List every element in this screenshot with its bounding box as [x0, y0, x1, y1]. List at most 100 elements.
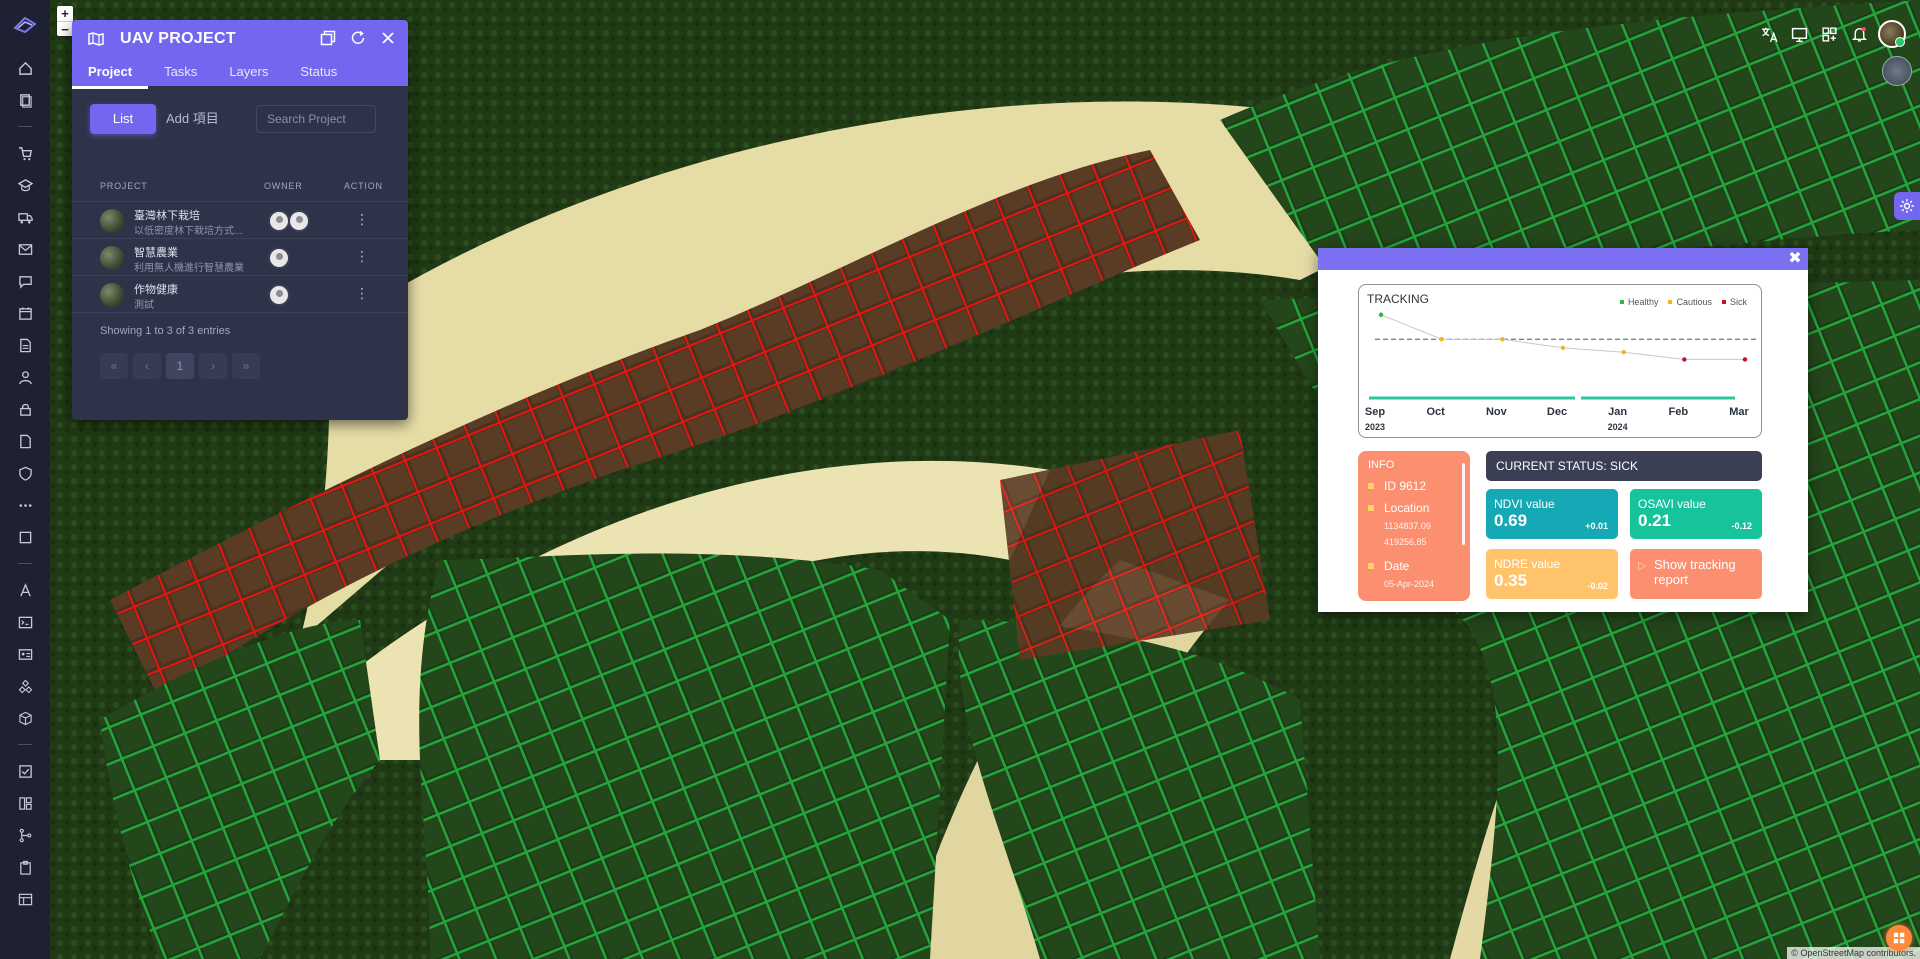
data-point — [1560, 345, 1566, 351]
invoice-icon[interactable] — [14, 334, 36, 356]
clipboard-icon[interactable] — [14, 856, 36, 878]
close-icon[interactable]: ✖ — [1786, 250, 1804, 268]
tracking-title: TRACKING — [1367, 292, 1430, 306]
project-name[interactable]: 智慧農業 — [134, 244, 178, 260]
avatar — [288, 210, 310, 232]
monitor-icon[interactable] — [1784, 20, 1814, 48]
academy-icon[interactable] — [14, 174, 36, 196]
info-card: INFO ID 9612 Location 1134837.09 419256.… — [1358, 451, 1470, 601]
x-tick-label: Oct — [1426, 406, 1445, 418]
legend-healthy: Healthy — [1619, 297, 1658, 307]
data-point — [1439, 337, 1444, 342]
osavi-card: OSAVI value 0.21 -0.12 — [1630, 489, 1762, 539]
ndre-delta: -0.02 — [1587, 581, 1608, 591]
table-row[interactable]: 臺灣林下栽培 以低密度林下栽培方式... ⋮ — [72, 202, 408, 239]
zoom-out-button[interactable]: − — [57, 21, 73, 37]
table-row[interactable]: 智慧農業 利用無人機進行智慧農業... ⋮ — [72, 239, 408, 276]
compass-icon[interactable] — [1882, 56, 1912, 86]
tab-project[interactable]: Project — [72, 62, 149, 89]
project-thumbnail — [100, 209, 124, 233]
show-tracking-report-button[interactable]: ▷ Show tracking report — [1630, 549, 1762, 599]
more-vertical-icon[interactable]: ⋮ — [354, 248, 370, 264]
project-name[interactable]: 臺灣林下栽培 — [134, 207, 200, 223]
tracking-chart: Sep Oct Nov Dec Jan Feb Mar 2023 2024 — [1365, 312, 1759, 432]
bullet-icon — [1368, 505, 1374, 511]
more-vertical-icon[interactable]: ⋮ — [354, 285, 370, 301]
files-icon[interactable] — [14, 89, 36, 111]
x-tick-label: Dec — [1547, 406, 1567, 418]
next-page-button[interactable]: › — [199, 353, 227, 379]
lock-icon[interactable] — [14, 398, 36, 420]
chat-icon[interactable] — [14, 270, 36, 292]
user-avatar[interactable] — [1878, 20, 1906, 48]
project-thumbnail — [100, 283, 124, 307]
branch-icon[interactable] — [14, 824, 36, 846]
report-label: Show tracking report — [1654, 557, 1736, 587]
add-button[interactable]: Add 項目 — [166, 104, 238, 134]
app-logo[interactable] — [12, 12, 38, 38]
more-icon[interactable] — [14, 494, 36, 516]
table-header: PROJECT OWNER ACTION — [72, 170, 408, 202]
square-icon[interactable] — [14, 526, 36, 548]
mail-icon[interactable] — [14, 238, 36, 260]
column-project[interactable]: PROJECT — [100, 170, 148, 202]
truck-icon[interactable] — [14, 206, 36, 228]
legend-swatch — [1721, 300, 1726, 304]
info-date: Date — [1368, 559, 1409, 573]
home-icon[interactable] — [14, 57, 36, 79]
ndre-card: NDRE value 0.35 -0.02 — [1486, 549, 1618, 599]
rail-divider — [18, 126, 32, 127]
tab-layers[interactable]: Layers — [213, 62, 284, 86]
avatar — [268, 210, 290, 232]
search-project-input[interactable]: Search Project — [256, 105, 376, 133]
first-page-button[interactable]: « — [100, 353, 128, 379]
list-button[interactable]: List — [90, 104, 156, 134]
table-row[interactable]: 作物健康 測試 ⋮ — [72, 276, 408, 313]
close-icon[interactable] — [380, 30, 398, 48]
table-icon[interactable] — [14, 888, 36, 910]
cart-icon[interactable] — [14, 142, 36, 164]
refresh-icon[interactable] — [350, 30, 368, 48]
user-icon[interactable] — [14, 366, 36, 388]
id-card-icon[interactable] — [14, 643, 36, 665]
tracking-popup: ✖ Sep Oct Nov Dec Jan Feb Mar 2023 2024 TRACKING… — [1318, 248, 1808, 612]
data-point — [1621, 350, 1626, 355]
last-page-button[interactable]: » — [232, 353, 260, 379]
gear-icon[interactable] — [1894, 192, 1920, 220]
shield-icon[interactable] — [14, 462, 36, 484]
ndre-value: 0.35 — [1494, 571, 1528, 590]
document-icon[interactable] — [14, 430, 36, 452]
column-owner[interactable]: OWNER — [264, 170, 303, 202]
avatar — [268, 247, 290, 269]
info-scrollbar[interactable] — [1462, 463, 1465, 545]
apps-grid-icon[interactable] — [1814, 20, 1844, 48]
apps-fab-icon[interactable] — [1886, 925, 1912, 951]
project-name[interactable]: 作物健康 — [134, 281, 178, 297]
terminal-icon[interactable] — [14, 611, 36, 633]
ndvi-value: 0.69 — [1494, 511, 1528, 530]
uav-project-panel: UAV PROJECT Project Tasks Layers Status … — [72, 20, 408, 420]
tab-tasks[interactable]: Tasks — [148, 62, 213, 86]
data-point — [1742, 357, 1748, 362]
page-1-button[interactable]: 1 — [166, 353, 194, 379]
location-x: 1134837.09 — [1384, 521, 1431, 531]
translate-icon[interactable] — [1754, 20, 1784, 48]
more-vertical-icon[interactable]: ⋮ — [354, 211, 370, 227]
tab-status[interactable]: Status — [284, 62, 353, 86]
pagination: « ‹ 1 › » — [100, 353, 265, 379]
data-point — [1378, 312, 1384, 317]
data-point — [1500, 337, 1505, 342]
layout-icon[interactable] — [14, 792, 36, 814]
typography-icon[interactable] — [14, 579, 36, 601]
location-y: 419256.85 — [1384, 537, 1427, 547]
zoom-in-button[interactable]: + — [57, 6, 73, 21]
panel-title: UAV PROJECT — [120, 30, 236, 47]
components-icon[interactable] — [14, 675, 36, 697]
prev-page-button[interactable]: ‹ — [133, 353, 161, 379]
window-restore-icon[interactable] — [320, 30, 338, 48]
date-value: 05-Apr-2024 — [1384, 579, 1435, 589]
calendar-icon[interactable] — [14, 302, 36, 324]
bell-icon[interactable] — [1844, 20, 1874, 48]
checkbox-icon[interactable] — [14, 760, 36, 782]
cube-icon[interactable] — [14, 707, 36, 729]
